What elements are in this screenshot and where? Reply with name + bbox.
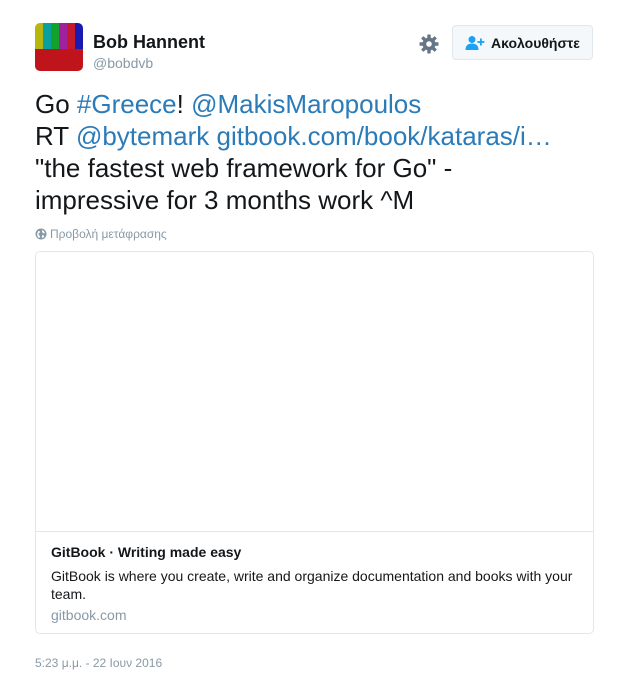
tweet-word: Go (35, 89, 70, 119)
tweet-line: "the fastest web framework for Go" - (35, 153, 453, 183)
card-image (36, 252, 593, 532)
mention-link[interactable]: @MakisMaropoulos (191, 89, 421, 119)
tweet-text: Go #Greece! @MakisMaropoulos RT @bytemar… (35, 88, 605, 216)
link-card[interactable]: GitBook · Writing made easy GitBook is w… (35, 251, 594, 634)
avatar[interactable] (35, 23, 83, 71)
card-domain: gitbook.com (51, 607, 127, 623)
avatar-bar (75, 23, 83, 49)
tweet-line: Go #Greece! @MakisMaropoulos (35, 88, 605, 120)
tweet-line: RT @bytemark gitbook.com/book/kataras/i… (35, 120, 605, 152)
author-name[interactable]: Bob Hannent (93, 32, 205, 53)
avatar-bar (67, 23, 75, 49)
follow-label: Ακολουθήστε (491, 34, 580, 51)
translate-label: Προβολή μετάφρασης (50, 227, 167, 241)
avatar-bar (59, 23, 67, 49)
url-link[interactable]: gitbook.com/book/kataras/i… (217, 121, 552, 151)
mention-link[interactable]: @bytemark (76, 121, 209, 151)
hashtag-link[interactable]: #Greece (77, 89, 177, 119)
avatar-color-bars (35, 23, 83, 49)
timestamp[interactable]: 5:23 μ.μ. - 22 Ιουν 2016 (35, 656, 162, 670)
tweet-line: impressive for 3 months work ^M (35, 185, 415, 215)
tweet-punct: ! (176, 89, 184, 119)
avatar-bar (51, 23, 59, 49)
globe-icon (35, 228, 47, 240)
author-handle[interactable]: @bobdvb (93, 55, 153, 71)
avatar-bottom (35, 49, 83, 71)
add-user-icon (465, 35, 485, 50)
card-description: GitBook is where you create, write and o… (51, 568, 573, 602)
gear-icon[interactable] (419, 34, 439, 54)
avatar-bar (35, 23, 43, 49)
tweet-word: RT (35, 121, 69, 151)
card-title: GitBook · Writing made easy (51, 544, 242, 560)
follow-button[interactable]: Ακολουθήστε (452, 25, 593, 60)
avatar-bar (43, 23, 51, 49)
translate-link[interactable]: Προβολή μετάφρασης (35, 227, 167, 241)
